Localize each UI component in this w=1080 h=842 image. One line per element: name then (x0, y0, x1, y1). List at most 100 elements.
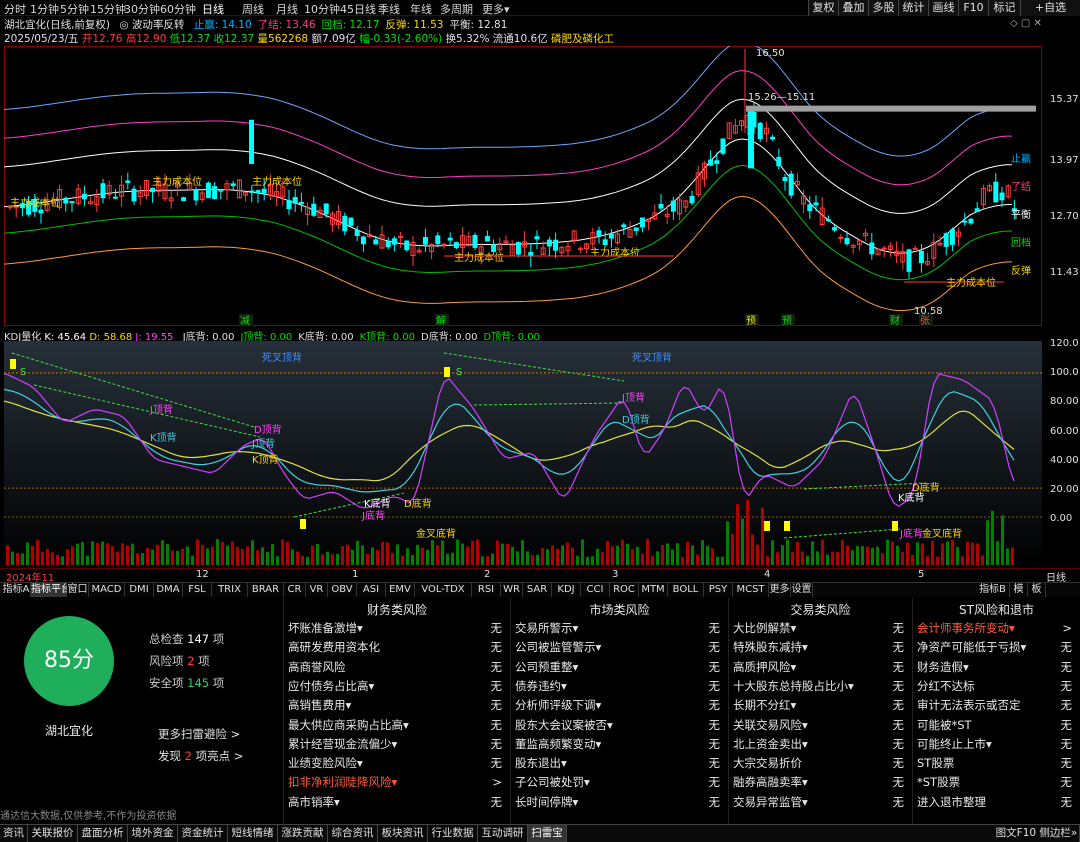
risk-item[interactable]: 高销售费用▾ (288, 696, 351, 714)
highlights-link[interactable]: 发现 2 项亮点 > (158, 748, 243, 764)
indicator-tab[interactable]: SAR (523, 583, 552, 597)
indicator-tab[interactable]: MACD (89, 583, 125, 597)
period-tab[interactable]: 15分钟 (90, 1, 126, 17)
risk-item[interactable]: 审计无法表示或否定 (917, 696, 1021, 714)
indicator-tab[interactable]: OBV (328, 583, 357, 597)
period-tab[interactable]: 45日线 (340, 1, 376, 17)
period-tab[interactable]: 季线 (378, 1, 400, 17)
risk-item[interactable]: 高市销率▾ (288, 793, 340, 811)
bottom-tab[interactable]: 资讯 (0, 825, 28, 842)
indicator-tab-right[interactable]: 指标B (976, 583, 1010, 597)
bottom-tab[interactable]: 行业数据 (428, 825, 478, 842)
period-tab[interactable]: 1分钟 (30, 1, 59, 17)
bottom-tab[interactable]: 境外资金 (128, 825, 178, 842)
risk-item[interactable]: 特殊股东减持▾ (733, 638, 808, 656)
risk-item[interactable]: 长期不分红▾ (733, 696, 796, 714)
bottom-tab[interactable]: 涨跌贡献 (278, 825, 328, 842)
indicator-tab[interactable]: ASI (357, 583, 386, 597)
period-tab[interactable]: 更多▾ (482, 1, 510, 17)
indicator-tab[interactable]: ROC (610, 583, 639, 597)
risk-item[interactable]: 债券违约▾ (515, 677, 567, 695)
risk-item[interactable]: *ST股票 (917, 773, 960, 791)
more-scan-link[interactable]: 更多扫雷避险 > (158, 726, 240, 742)
bottom-tab[interactable]: 关联报价 (28, 825, 78, 842)
indicator-tab[interactable]: MTM (639, 583, 668, 597)
toolbar-button[interactable]: 多股 (868, 0, 898, 16)
period-tab[interactable]: 5分钟 (60, 1, 89, 17)
indicator-tab[interactable]: PSY (704, 583, 733, 597)
indicator-tab[interactable]: 窗口 (67, 583, 89, 597)
period-tab[interactable]: 日线 (202, 1, 224, 17)
risk-item[interactable]: 股东退出▾ (515, 754, 567, 772)
toolbar-button[interactable]: +自选 (1020, 0, 1080, 16)
bottom-tab[interactable]: 盘面分析 (78, 825, 128, 842)
chart-controls-icon[interactable]: ◇ ▢ ✕ (1010, 18, 1042, 29)
indicator-tab[interactable]: 设置 (791, 583, 813, 597)
risk-item[interactable]: 公司被监管警示▾ (515, 638, 601, 656)
toolbar-button[interactable]: 叠加 (838, 0, 868, 16)
indicator-tab[interactable]: WR (501, 583, 523, 597)
toolbar-button[interactable]: 画线 (928, 0, 958, 16)
risk-item[interactable]: 高商誉风险 (288, 658, 346, 676)
indicator-tab[interactable]: TRIX (212, 583, 248, 597)
risk-item[interactable]: 可能被*ST (917, 716, 972, 734)
indicator-tab[interactable]: MCST (733, 583, 769, 597)
period-tab[interactable]: 60分钟 (160, 1, 196, 17)
risk-item[interactable]: 关联交易风险▾ (733, 716, 808, 734)
quote-industry[interactable]: 磷肥及磷化工 (551, 33, 614, 45)
risk-item[interactable]: 交易异常监管▾ (733, 793, 808, 811)
period-tab[interactable]: 月线 (276, 1, 298, 17)
period-tab[interactable]: 周线 (242, 1, 264, 17)
risk-item[interactable]: 大宗交易折价 (733, 754, 802, 772)
toolbar-button[interactable]: 标记 (988, 0, 1020, 16)
sidebar-toggle[interactable]: 图文F10 侧边栏» (994, 825, 1080, 842)
risk-item[interactable]: 业绩变脸风险▾ (288, 754, 363, 772)
bottom-tab[interactable]: 资金统计 (178, 825, 228, 842)
indicator-tab-right[interactable]: 模 (1010, 583, 1028, 597)
indicator-tab[interactable]: EMV (386, 583, 415, 597)
toolbar-button[interactable]: 复权 (808, 0, 838, 16)
period-tab[interactable]: 分时 (4, 1, 26, 17)
bottom-tab[interactable]: 互动调研 (478, 825, 528, 842)
indicator-tab[interactable]: KDJ (552, 583, 581, 597)
indicator-tab-right[interactable]: 板 (1028, 583, 1046, 597)
risk-item[interactable]: 净资产可能低于亏损▾ (917, 638, 1026, 656)
risk-item[interactable]: 融券高融卖率▾ (733, 773, 808, 791)
risk-item[interactable]: 分析师评级下调▾ (515, 696, 601, 714)
indicator-tab[interactable]: VR (306, 583, 328, 597)
risk-item[interactable]: 高质押风险▾ (733, 658, 796, 676)
indicator-tab[interactable]: DMA (154, 583, 183, 597)
indicator-tab[interactable]: BOLL (668, 583, 704, 597)
price-chart[interactable]: 主力成本位主力成本位 主力成本位主力成本位 主力成本位主力成本位16.5015.26… (4, 46, 1042, 326)
risk-item[interactable]: 北上资金卖出▾ (733, 735, 808, 753)
risk-item[interactable]: 进入退市整理 (917, 793, 986, 811)
risk-item[interactable]: 十大股东总持股占比小▾ (733, 677, 854, 695)
risk-item[interactable]: 交易所警示▾ (515, 619, 578, 637)
bottom-tab[interactable]: 板块资讯 (378, 825, 428, 842)
risk-item[interactable]: 最大供应商采购占比高▾ (288, 716, 409, 734)
kdj-chart[interactable]: 死叉顶背 死叉顶背J顶背K顶背D顶背J顶背K顶背D顶背J顶背J底背K底背 D底背D底… (4, 341, 1042, 567)
indicator-tab[interactable]: CR (284, 583, 306, 597)
toolbar-button[interactable]: 统计 (898, 0, 928, 16)
risk-item[interactable]: 董监高频繁变动▾ (515, 735, 601, 753)
period-tab[interactable]: 多周期 (440, 1, 473, 17)
risk-item[interactable]: 公司预重整▾ (515, 658, 578, 676)
risk-item[interactable]: 可能终止上市▾ (917, 735, 992, 753)
risk-item[interactable]: 应付债务占比高▾ (288, 677, 374, 695)
indicator-tab[interactable]: FSL (183, 583, 212, 597)
indicator-tab[interactable]: CCI (581, 583, 610, 597)
risk-item[interactable]: 会计师事务所变动▾ (917, 619, 1015, 637)
risk-item[interactable]: 大比例解禁▾ (733, 619, 796, 637)
risk-item[interactable]: 分红不达标 (917, 677, 975, 695)
indicator-tab[interactable]: 更多 (769, 583, 791, 597)
bottom-tab[interactable]: 扫雷宝 (528, 825, 567, 842)
indicator-tab[interactable]: VOL-TDX (415, 583, 472, 597)
indicator-tab[interactable]: 指标平台 (31, 583, 71, 597)
risk-item[interactable]: 财务造假▾ (917, 658, 969, 676)
risk-item[interactable]: ST股票 (917, 754, 954, 772)
toolbar-button[interactable]: F10 (958, 0, 988, 16)
risk-item[interactable]: 累计经营现金流偏少▾ (288, 735, 397, 753)
period-tab[interactable]: 30分钟 (124, 1, 160, 17)
risk-item[interactable]: 子公司被处罚▾ (515, 773, 590, 791)
bottom-tab[interactable]: 综合资讯 (328, 825, 378, 842)
